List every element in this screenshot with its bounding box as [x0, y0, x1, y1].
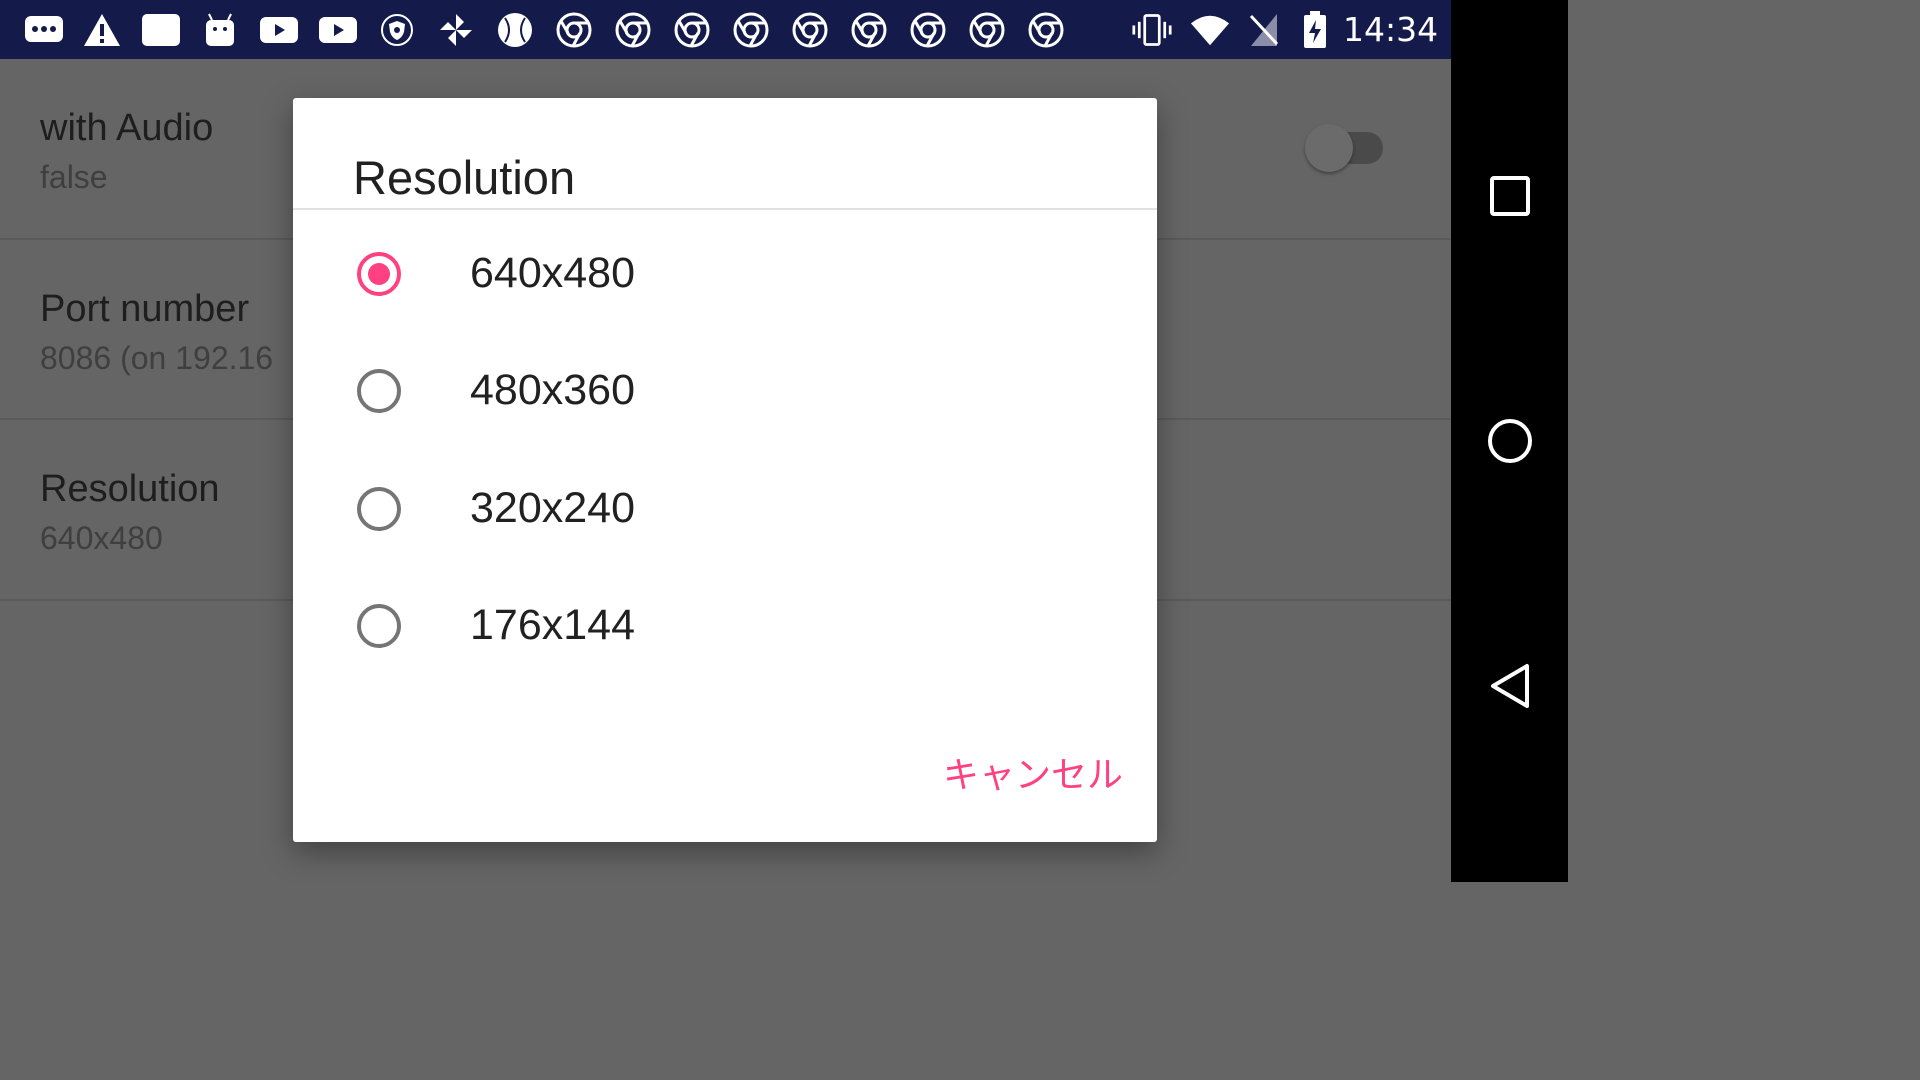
- pref-title: with Audio: [40, 107, 214, 149]
- back-icon[interactable]: [1484, 660, 1536, 712]
- option-label: 640x480: [470, 249, 635, 297]
- vibrate-icon: [1132, 10, 1172, 50]
- option-label: 480x360: [470, 366, 635, 414]
- chrome-icon: [613, 10, 653, 50]
- resolution-option-176x144[interactable]: 176x144: [293, 577, 1157, 677]
- baseball-icon: [495, 10, 535, 50]
- warning-icon: [82, 10, 122, 50]
- resolution-option-480x360[interactable]: 480x360: [293, 342, 1157, 442]
- home-icon[interactable]: [1484, 415, 1536, 467]
- battery-charging-icon: [1295, 10, 1335, 50]
- radio-button[interactable]: [357, 369, 401, 413]
- window-icon: [141, 10, 181, 50]
- dialog-title: Resolution: [353, 151, 576, 204]
- pref-summary: 8086 (on 192.16: [40, 340, 274, 376]
- youtube-icon: [318, 10, 358, 50]
- dialog-divider: [293, 208, 1157, 210]
- radio-button-selected[interactable]: [357, 252, 401, 296]
- chrome-icon: [554, 10, 594, 50]
- chrome-icon: [672, 10, 712, 50]
- radio-button[interactable]: [357, 487, 401, 531]
- resolution-dialog: Resolution 640x480 480x360 320x240 176x1…: [293, 98, 1157, 842]
- option-label: 176x144: [470, 601, 635, 649]
- recents-icon[interactable]: [1484, 170, 1536, 222]
- chrome-icon: [790, 10, 830, 50]
- no-sim-icon: [1244, 10, 1284, 50]
- chrome-icon: [849, 10, 889, 50]
- pref-summary: false: [40, 159, 108, 195]
- pinwheel-icon: [436, 10, 476, 50]
- more-chat-icon: [24, 10, 64, 50]
- toggle-thumb: [1305, 124, 1353, 172]
- status-bar: 14:34: [0, 0, 1451, 59]
- chrome-icon: [967, 10, 1007, 50]
- android-debug-icon: [200, 10, 240, 50]
- pref-title: Port number: [40, 288, 250, 330]
- audio-toggle[interactable]: [1305, 124, 1385, 174]
- chrome-icon: [1026, 10, 1066, 50]
- radio-button[interactable]: [357, 604, 401, 648]
- navigation-bar: [1451, 0, 1568, 882]
- resolution-option-320x240[interactable]: 320x240: [293, 460, 1157, 560]
- pref-title: Resolution: [40, 468, 220, 510]
- pref-summary: 640x480: [40, 520, 163, 556]
- chrome-icon: [731, 10, 771, 50]
- clock: 14:34: [1343, 10, 1439, 49]
- youtube-icon: [259, 10, 299, 50]
- wifi-icon: [1190, 10, 1230, 50]
- option-label: 320x240: [470, 484, 635, 532]
- vpn-shield-icon: [377, 10, 417, 50]
- cancel-button[interactable]: キャンセル: [913, 740, 1123, 810]
- resolution-option-640x480[interactable]: 640x480: [293, 225, 1157, 325]
- chrome-icon: [908, 10, 948, 50]
